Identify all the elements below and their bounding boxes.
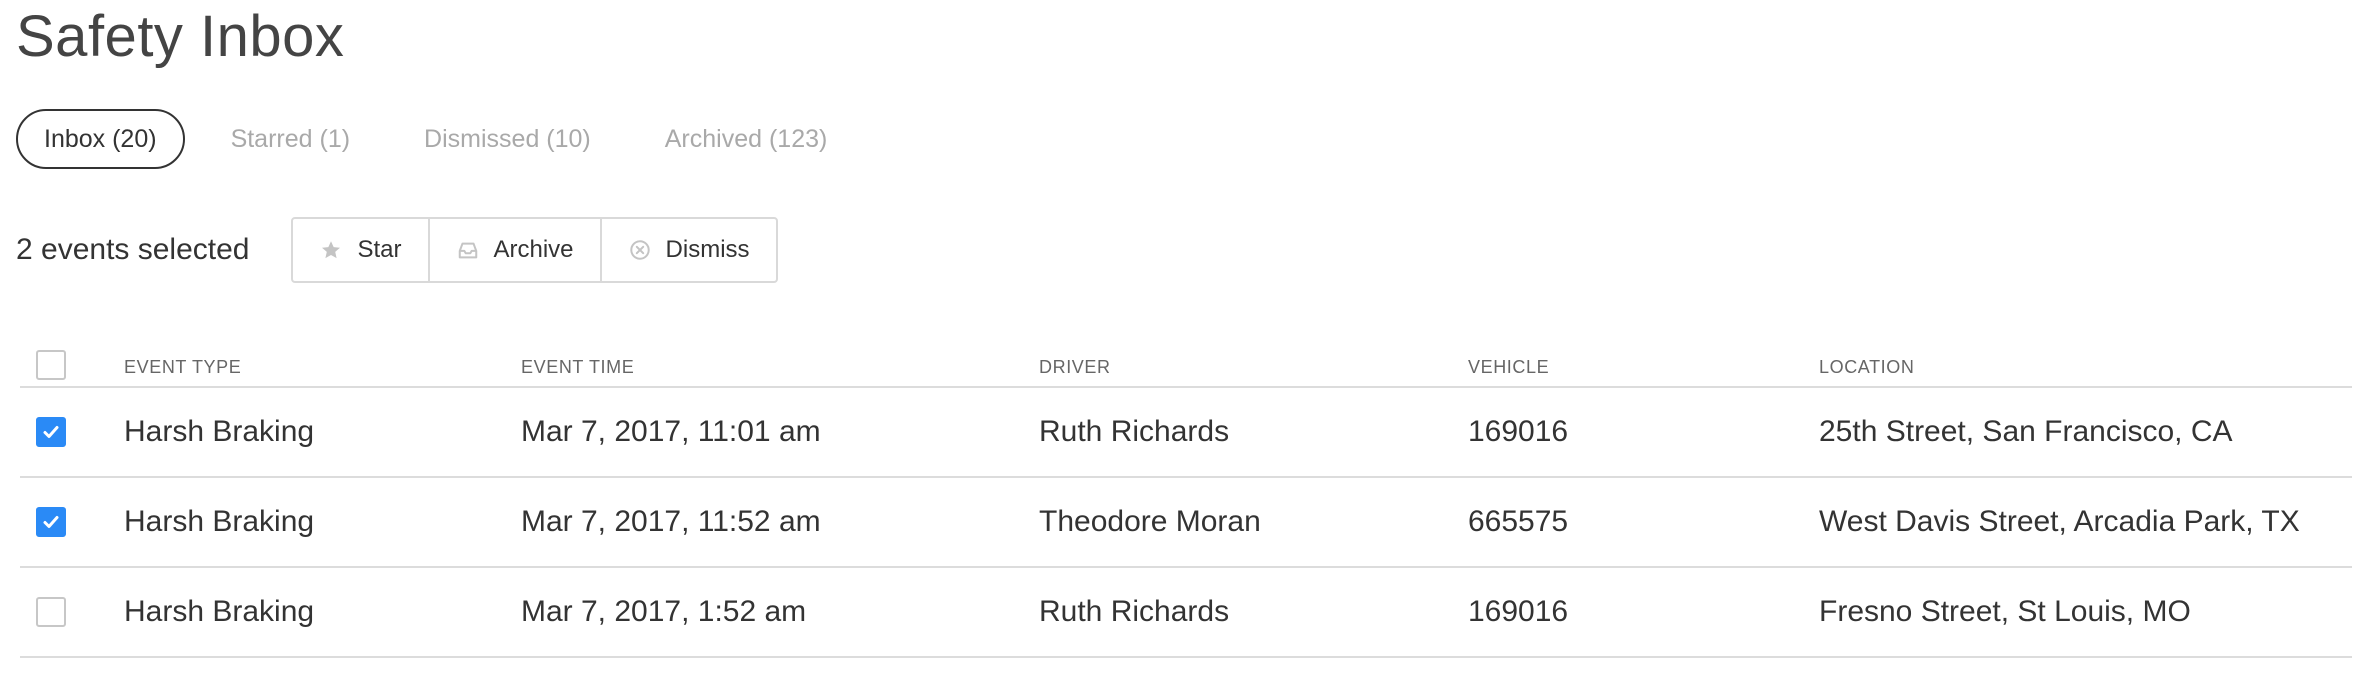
vehicle-cell: 169016 [1468, 595, 1569, 628]
selection-bar: 2 events selected Star Archive Dismiss [16, 217, 778, 283]
event-time-cell: Mar 7, 2017, 1:52 am [521, 595, 807, 628]
event-time-cell: Mar 7, 2017, 11:52 am [521, 505, 821, 538]
archive-button[interactable]: Archive [430, 219, 602, 281]
location-cell: Fresno Street, St Louis, MO [1819, 595, 2191, 628]
row-select-cell [36, 478, 66, 566]
event-time-cell: Mar 7, 2017, 11:01 am [521, 415, 821, 448]
select-all-cell [36, 338, 66, 386]
archive-button-label: Archive [493, 236, 574, 263]
event-type-cell: Harsh Braking [124, 595, 315, 628]
location-cell: West Davis Street, Arcadia Park, TX [1819, 505, 2300, 538]
dismiss-button[interactable]: Dismiss [602, 219, 776, 281]
selected-count: 2 events selected [16, 233, 250, 266]
driver-cell: Ruth Richards [1039, 415, 1230, 448]
event-type-cell: Harsh Braking [124, 415, 315, 448]
row-checkbox[interactable] [36, 507, 66, 537]
dismiss-button-label: Dismiss [665, 236, 750, 263]
star-button-label: Star [357, 236, 402, 263]
tab-inbox[interactable]: Inbox (20) [16, 109, 185, 169]
driver-cell: Theodore Moran [1039, 505, 1261, 538]
tab-bar: Inbox (20) Starred (1) Dismissed (10) Ar… [16, 109, 873, 169]
tab-archived[interactable]: Archived (123) [637, 109, 856, 169]
table-row[interactable]: Harsh Braking Mar 7, 2017, 11:01 am Ruth… [20, 388, 2352, 478]
star-button[interactable]: Star [293, 219, 430, 281]
location-cell: 25th Street, San Francisco, CA [1819, 415, 2233, 448]
tab-starred[interactable]: Starred (1) [203, 109, 378, 169]
table-row[interactable]: Harsh Braking Mar 7, 2017, 11:52 am Theo… [20, 478, 2352, 568]
event-type-cell: Harsh Braking [124, 505, 315, 538]
page-title: Safety Inbox [16, 4, 345, 69]
column-header-driver[interactable]: DRIVER [1039, 338, 1111, 386]
vehicle-cell: 665575 [1468, 505, 1569, 538]
archive-icon [456, 238, 480, 262]
row-checkbox[interactable] [36, 597, 66, 627]
column-header-vehicle[interactable]: VEHICLE [1468, 338, 1549, 386]
table-row[interactable]: Harsh Braking Mar 7, 2017, 1:52 am Ruth … [20, 568, 2352, 658]
bulk-action-group: Star Archive Dismiss [291, 217, 778, 283]
column-header-location[interactable]: LOCATION [1819, 338, 1914, 386]
star-icon [319, 238, 343, 262]
vehicle-cell: 169016 [1468, 415, 1569, 448]
table-header: EVENT TYPE EVENT TIME DRIVER VEHICLE LOC… [20, 338, 2352, 388]
events-table: EVENT TYPE EVENT TIME DRIVER VEHICLE LOC… [20, 338, 2352, 658]
tab-dismissed[interactable]: Dismissed (10) [396, 109, 619, 169]
row-checkbox[interactable] [36, 417, 66, 447]
select-all-checkbox[interactable] [36, 350, 66, 380]
column-header-event-time[interactable]: EVENT TIME [521, 338, 634, 386]
row-select-cell [36, 568, 66, 656]
column-header-event-type[interactable]: EVENT TYPE [124, 338, 241, 386]
row-select-cell [36, 388, 66, 476]
driver-cell: Ruth Richards [1039, 595, 1230, 628]
dismiss-icon [628, 238, 652, 262]
